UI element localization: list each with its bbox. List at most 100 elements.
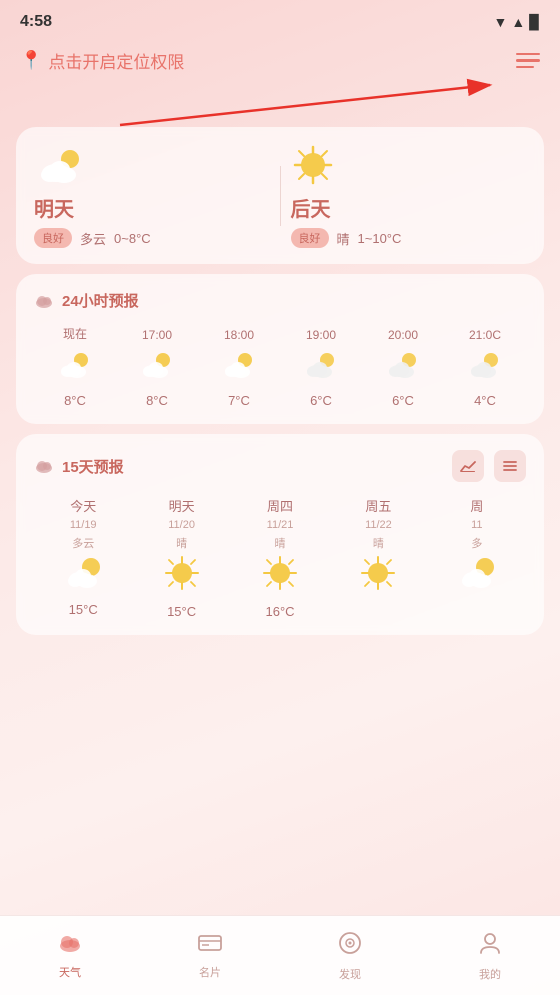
hourly-title-text: 24小时预报: [62, 290, 139, 311]
day-col: 周四 11/21 晴 16°C: [231, 496, 329, 619]
hourly-time: 现在: [63, 325, 87, 342]
hourly-time: 21:0C: [469, 328, 501, 342]
day-col: 明天 11/20 晴 15°C: [132, 496, 230, 619]
bottom-nav: 天气 名片 发现 我的: [0, 915, 560, 995]
weather-nav-label: 天气: [59, 964, 81, 980]
fifteen-day-title-text: 15天预报: [62, 456, 124, 477]
hourly-item: 19:00 6°C: [280, 328, 362, 408]
day-date: 11/22: [365, 519, 392, 531]
tomorrow-quality: 良好: [34, 228, 72, 248]
day-weather: 多: [471, 535, 482, 551]
day-date: 11: [471, 519, 482, 531]
day-temp: 16°C: [265, 604, 294, 619]
day-weather: 晴: [373, 535, 384, 551]
hourly-item: 21:0C 4°C: [444, 328, 526, 408]
menu-line-2: [516, 59, 540, 62]
hourly-item: 18:00 7°C: [198, 328, 280, 408]
hourly-time: 18:00: [224, 328, 254, 342]
hourly-temp: 8°C: [146, 393, 168, 408]
day-weather: 多云: [72, 535, 94, 551]
battery-icon: ▉: [529, 14, 540, 31]
status-time: 4:58: [20, 13, 52, 31]
hourly-temp: 8°C: [64, 393, 86, 408]
location-text: 点击开启定位权限: [48, 48, 184, 73]
day-weather-icon: [63, 555, 103, 594]
fifteen-day-title: 15天预报: [34, 456, 124, 477]
location-row[interactable]: 📍 点击开启定位权限: [20, 48, 184, 73]
day-temp: 15°C: [69, 602, 98, 617]
hourly-temp: 6°C: [392, 393, 414, 408]
fifteen-day-row: 今天 11/19 多云 15°C 明天 11/20 晴 15°C 周四 11/2…: [34, 496, 526, 619]
hourly-item: 20:00 6°C: [362, 328, 444, 408]
hourly-weather-icon: [57, 350, 93, 385]
card-nav-icon: [197, 932, 223, 960]
hourly-title: 24小时预报: [34, 290, 526, 311]
day-weather-icon: [262, 555, 298, 596]
profile-nav-label: 我的: [479, 966, 501, 982]
day-weather-icon: [360, 555, 396, 596]
two-day-forecast-card: 明天 良好 多云 0~8°C 后天: [16, 127, 544, 264]
hourly-time: 19:00: [306, 328, 336, 342]
day-weather-icon: [164, 555, 200, 596]
header: 📍 点击开启定位权限: [0, 40, 560, 77]
day-weather-icon: [457, 555, 497, 594]
chart-icon: [460, 459, 476, 473]
day-weather: 晴: [275, 535, 286, 551]
dayafter-temp: 1~10°C: [358, 231, 402, 246]
hourly-weather-icon: [467, 350, 503, 385]
forecast-two-day: 明天 良好 多云 0~8°C 后天: [34, 143, 526, 248]
tomorrow-label: 明天: [34, 193, 74, 222]
location-icon: 📍: [20, 50, 42, 71]
chart-view-button[interactable]: [452, 450, 484, 482]
menu-line-3: [516, 66, 534, 69]
day-name: 明天: [169, 496, 195, 515]
nav-item-profile[interactable]: 我的: [477, 930, 503, 982]
tomorrow-desc: 多云: [80, 229, 106, 248]
dayafter-forecast: 后天 良好 晴 1~10°C: [291, 143, 527, 248]
day-name: 周四: [267, 496, 293, 515]
hourly-items-row: 现在 8°C 17:00 8°C 18:00 7°C 19:00 6°C 20:…: [34, 325, 526, 408]
hourly-weather-icon: [385, 350, 421, 385]
hourly-temp: 6°C: [310, 393, 332, 408]
vertical-divider: [280, 166, 281, 226]
day-date: 11/20: [168, 519, 195, 531]
fifteen-day-header: 15天预报: [34, 450, 526, 482]
weather-nav-icon: [57, 932, 83, 960]
day-name: 今天: [70, 496, 96, 515]
nav-item-discover[interactable]: 发现: [337, 930, 363, 982]
tomorrow-forecast: 明天 良好 多云 0~8°C: [34, 143, 270, 248]
discover-nav-label: 发现: [339, 966, 361, 982]
hourly-item: 现在 8°C: [34, 325, 116, 408]
tomorrow-weather-icon: [34, 143, 88, 187]
dayafter-quality: 良好: [291, 228, 329, 248]
day-col: 周五 11/22 晴: [329, 496, 427, 619]
dayafter-desc: 晴: [337, 229, 350, 248]
status-bar: 4:58 ▼ ▲ ▉: [0, 0, 560, 40]
card-nav-label: 名片: [199, 964, 221, 980]
list-view-button[interactable]: [494, 450, 526, 482]
wifi-icon: ▼: [494, 14, 508, 30]
nav-item-weather[interactable]: 天气: [57, 932, 83, 980]
cloud-icon: [34, 293, 54, 309]
menu-button[interactable]: [516, 53, 540, 69]
tomorrow-info: 良好 多云 0~8°C: [34, 228, 151, 248]
status-icons: ▼ ▲ ▉: [494, 14, 541, 31]
day-weather: 晴: [176, 535, 187, 551]
hourly-forecast-card: 24小时预报 现在 8°C 17:00 8°C 18:00 7°C 19:00 …: [16, 274, 544, 424]
hourly-weather-icon: [303, 350, 339, 385]
cloud-icon-2: [34, 458, 54, 474]
profile-nav-icon: [477, 930, 503, 962]
fifteen-day-actions: [452, 450, 526, 482]
day-col: 周 11 多: [428, 496, 526, 619]
day-date: 11/21: [267, 519, 294, 531]
hourly-temp: 4°C: [474, 393, 496, 408]
tomorrow-temp: 0~8°C: [114, 231, 151, 246]
day-date: 11/19: [70, 519, 97, 531]
hourly-time: 17:00: [142, 328, 172, 342]
day-temp: 15°C: [167, 604, 196, 619]
menu-line-1: [516, 53, 540, 56]
hourly-time: 20:00: [388, 328, 418, 342]
nav-item-card[interactable]: 名片: [197, 932, 223, 980]
day-name: 周五: [365, 496, 391, 515]
hourly-weather-icon: [139, 350, 175, 385]
